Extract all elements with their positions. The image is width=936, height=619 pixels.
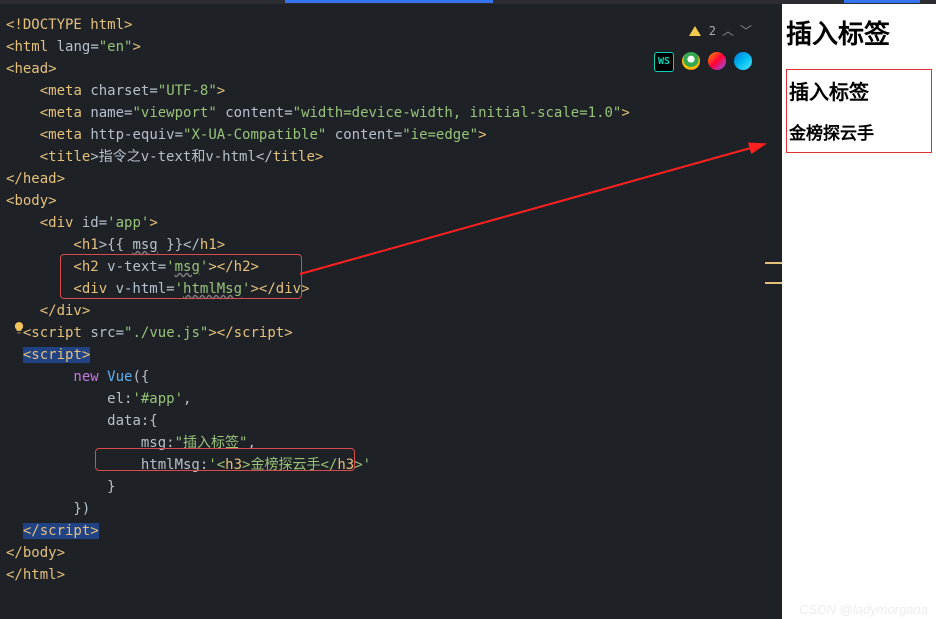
webstorm-icon[interactable]: WS [654, 52, 674, 72]
code-line: } [6, 476, 782, 498]
chrome-icon[interactable] [682, 52, 700, 70]
active-tab-indicator-right [844, 0, 920, 3]
code-line: </div> [6, 300, 782, 322]
warning-icon [689, 26, 701, 36]
code-line: <h1>{{ msg }}</h1> [6, 234, 782, 256]
firefox-icon[interactable] [708, 52, 726, 70]
preview-h1: 插入标签 [786, 14, 932, 51]
code-editor[interactable]: 2 ︿ ﹀ WS <!DOCTYPE html> <html lang="en"… [0, 4, 782, 619]
browser-preview: 插入标签 插入标签 金榜探云手 [782, 4, 936, 619]
code-line: msg:"插入标签", [6, 432, 782, 454]
code-line: <div v-html='htmlMsg'></div> [6, 278, 782, 300]
preview-h3: 金榜探云手 [789, 119, 929, 144]
gutter-mark [765, 262, 782, 264]
active-tab-indicator [285, 0, 493, 3]
inspection-status[interactable]: 2 ︿ ﹀ [689, 20, 752, 42]
browser-icons: WS [654, 52, 752, 72]
gutter-mark [765, 282, 782, 284]
preview-h2: 插入标签 [789, 76, 929, 105]
code-line: <script> [6, 344, 782, 366]
code-line: <title>指令之v-text和v-html</title> [6, 146, 782, 168]
code-line: new Vue({ [6, 366, 782, 388]
code-line: }) [6, 498, 782, 520]
annotation-box: 插入标签 金榜探云手 [786, 69, 932, 153]
code-line: data:{ [6, 410, 782, 432]
watermark: CSDN @ladymorgana [799, 602, 928, 617]
code-line: <meta name="viewport" content="width=dev… [6, 102, 782, 124]
warning-count: 2 [709, 20, 716, 42]
code-line: <meta http-equiv="X-UA-Compatible" conte… [6, 124, 782, 146]
code-line: el:'#app', [6, 388, 782, 410]
code-line: <meta charset="UTF-8"> [6, 80, 782, 102]
code-line: </body> [6, 542, 782, 564]
code-line: <script src="./vue.js"></script> [6, 322, 782, 344]
chevron-down-icon[interactable]: ﹀ [740, 20, 752, 42]
edge-icon[interactable] [734, 52, 752, 70]
code-line: <h2 v-text='msg'></h2> [6, 256, 782, 278]
code-line: <!DOCTYPE html> [6, 14, 782, 36]
code-line: </head> [6, 168, 782, 190]
code-line: htmlMsg:'<h3>金榜探云手</h3>' [6, 454, 782, 476]
code-line: </script> [6, 520, 782, 542]
intention-bulb-icon[interactable] [12, 321, 26, 335]
code-line: <body> [6, 190, 782, 212]
code-line: <div id='app'> [6, 212, 782, 234]
chevron-up-icon[interactable]: ︿ [722, 20, 734, 42]
code-line: </html> [6, 564, 782, 586]
